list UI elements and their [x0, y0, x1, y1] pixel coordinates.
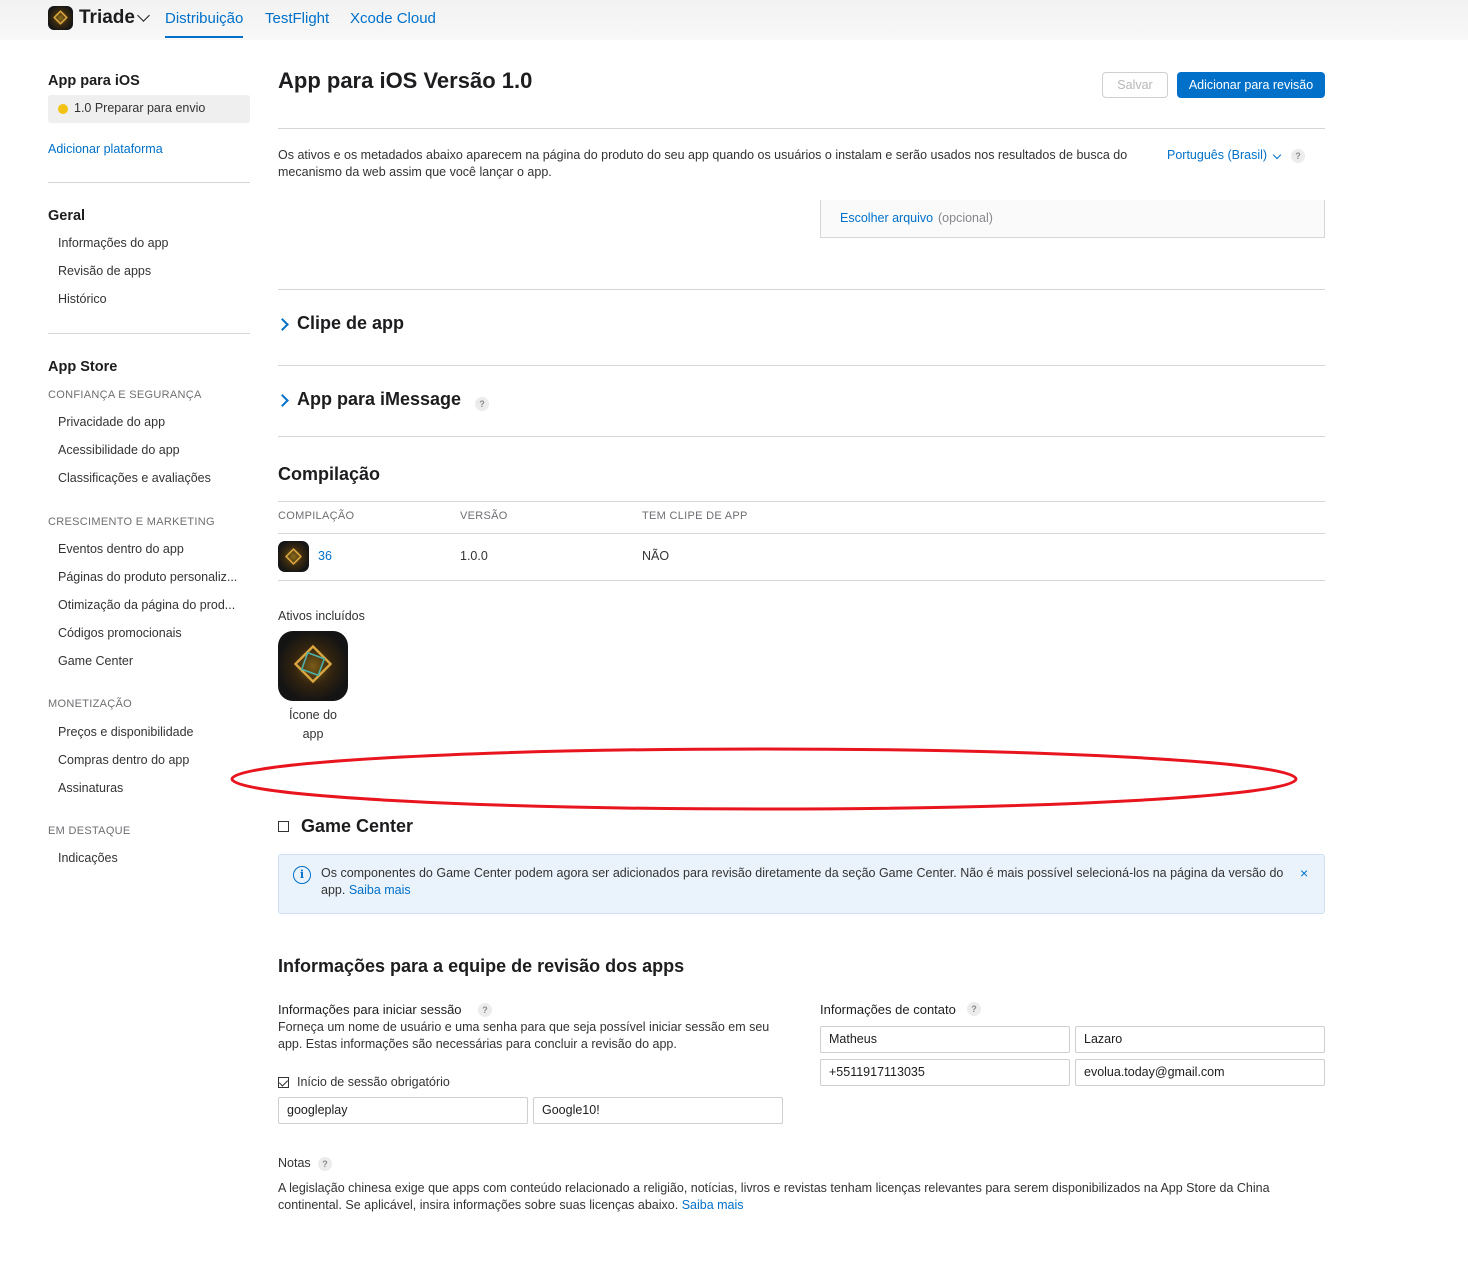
- phone-field[interactable]: +5511917113035: [820, 1059, 1070, 1086]
- notice-message: Os componentes do Game Center podem agor…: [321, 865, 1291, 899]
- sidebar-item-pricing[interactable]: Preços e disponibilidade: [58, 725, 248, 739]
- top-navigation-bar: Triade Distribuição TestFlight Xcode Clo…: [0, 0, 1468, 40]
- close-icon[interactable]: ×: [1300, 865, 1308, 881]
- choose-file-link[interactable]: Escolher arquivo: [840, 211, 933, 225]
- sidebar-item-app-info[interactable]: Informações do app: [58, 236, 248, 250]
- chevron-right-icon[interactable]: [276, 318, 289, 331]
- sidebar-item-promo-codes[interactable]: Códigos promocionais: [58, 626, 248, 640]
- chevron-right-icon[interactable]: [276, 394, 289, 407]
- sidebar-section-trust: CONFIANÇA E SEGURANÇA: [48, 389, 202, 401]
- signin-required-checkbox[interactable]: [278, 1077, 289, 1088]
- optional-label: (opcional): [938, 211, 993, 225]
- game-center-notice: i Os componentes do Game Center podem ag…: [278, 854, 1325, 914]
- build-has-clip: NÃO: [642, 549, 670, 563]
- build-section-title: Compilação: [278, 464, 381, 484]
- divider: [278, 580, 1325, 581]
- status-dot-icon: [58, 104, 68, 114]
- app-name[interactable]: Triade: [79, 7, 135, 29]
- divider: [278, 436, 1325, 437]
- help-icon[interactable]: ?: [967, 1002, 981, 1016]
- sidebar-item-accessibility[interactable]: Acessibilidade do app: [58, 443, 248, 457]
- tab-distribuicao[interactable]: Distribuição: [165, 10, 244, 38]
- sidebar-item-ratings[interactable]: Classificações e avaliações: [58, 471, 248, 485]
- add-platform-link[interactable]: Adicionar plataforma: [48, 142, 163, 156]
- imessage-section-title[interactable]: App para iMessage: [297, 389, 461, 410]
- divider: [278, 365, 1325, 366]
- help-icon[interactable]: ?: [478, 1003, 492, 1017]
- divider: [278, 289, 1325, 290]
- sidebar-item-subscriptions[interactable]: Assinaturas: [58, 781, 248, 795]
- divider: [278, 501, 1325, 502]
- signin-info-label: Informações para iniciar sessão: [278, 1002, 462, 1017]
- sidebar-item-in-app-events[interactable]: Eventos dentro do app: [58, 542, 248, 556]
- divider: [278, 533, 1325, 534]
- chevron-down-icon[interactable]: [137, 9, 150, 22]
- save-button[interactable]: Salvar: [1102, 72, 1168, 98]
- version-status-label: 1.0 Preparar para envio: [74, 101, 206, 115]
- sidebar-general-title: Geral: [48, 208, 86, 224]
- version-column-header: VERSÃO: [460, 510, 508, 522]
- signin-required-label: Início de sessão obrigatório: [297, 1075, 450, 1089]
- divider: [278, 128, 1325, 129]
- chevron-down-icon[interactable]: [1272, 150, 1282, 160]
- app-clip-column-header: TEM CLIPE DE APP: [642, 510, 748, 522]
- sidebar-item-game-center[interactable]: Game Center: [58, 654, 248, 668]
- sidebar-section-monetization: MONETIZAÇÃO: [48, 698, 132, 710]
- sidebar-appstore-title: App Store: [48, 359, 118, 375]
- app-icon-caption: Ícone do app: [289, 708, 337, 741]
- tab-testflight[interactable]: TestFlight: [265, 10, 329, 27]
- learn-more-link[interactable]: Saiba mais: [349, 883, 411, 897]
- help-icon[interactable]: ?: [1291, 149, 1305, 163]
- app-icon-asset[interactable]: [278, 631, 348, 701]
- app-clip-section-title[interactable]: Clipe de app: [297, 313, 404, 334]
- sidebar-item-custom-product-pages[interactable]: Páginas do produto personaliz...: [58, 570, 248, 584]
- notes-label: Notas: [278, 1156, 311, 1170]
- sidebar-item-in-app-purchases[interactable]: Compras dentro do app: [58, 753, 248, 767]
- red-annotation-ellipse: [230, 747, 1298, 811]
- sidebar-version-status[interactable]: 1.0 Preparar para envio: [48, 95, 250, 123]
- help-icon[interactable]: ?: [318, 1157, 332, 1171]
- last-name-field[interactable]: Lazaro: [1075, 1026, 1325, 1053]
- sidebar-divider: [48, 333, 250, 334]
- game-center-title: Game Center: [301, 816, 414, 836]
- contact-info-label: Informações de contato: [820, 1002, 956, 1017]
- signin-info-description: Forneça um nome de usuário e uma senha p…: [278, 1020, 770, 1051]
- sidebar-platform-title: App para iOS: [48, 73, 140, 89]
- game-center-checkbox[interactable]: [278, 821, 289, 832]
- email-field[interactable]: evolua.today@gmail.com: [1075, 1059, 1325, 1086]
- sidebar-divider: [48, 182, 250, 183]
- build-version: 1.0.0: [460, 549, 488, 563]
- metadata-description: Os ativos e os metadados abaixo aparecem…: [278, 148, 1128, 179]
- build-app-icon: [278, 541, 309, 572]
- build-number-link[interactable]: 36: [318, 549, 332, 563]
- tab-xcode-cloud[interactable]: Xcode Cloud: [350, 10, 436, 27]
- review-info-title: Informações para a equipe de revisão dos…: [278, 956, 685, 976]
- notice-text: Os componentes do Game Center podem agor…: [321, 866, 1284, 897]
- app-icon[interactable]: [48, 6, 73, 30]
- notes-text: A legislação chinesa exige que apps com …: [278, 1181, 1270, 1212]
- page-title: App para iOS Versão 1.0: [278, 68, 533, 93]
- sidebar-item-nominations[interactable]: Indicações: [58, 851, 248, 865]
- sidebar-item-app-review[interactable]: Revisão de apps: [58, 264, 248, 278]
- sidebar-item-product-page-optimization[interactable]: Otimização da página do prod...: [58, 598, 248, 612]
- sidebar-item-history[interactable]: Histórico: [58, 292, 248, 306]
- help-icon[interactable]: ?: [475, 397, 489, 411]
- password-field[interactable]: Google10!: [533, 1097, 783, 1124]
- first-name-field[interactable]: Matheus: [820, 1026, 1070, 1053]
- file-upload-area[interactable]: Escolher arquivo (opcional): [820, 200, 1325, 238]
- included-assets-label: Ativos incluídos: [278, 609, 365, 623]
- info-icon: i: [293, 866, 311, 884]
- build-column-header: COMPILAÇÃO: [278, 510, 355, 522]
- add-for-review-button[interactable]: Adicionar para revisão: [1177, 72, 1325, 98]
- notes-description: A legislação chinesa exige que apps com …: [278, 1180, 1318, 1214]
- sidebar-section-featured: EM DESTAQUE: [48, 825, 131, 837]
- sidebar-item-privacy[interactable]: Privacidade do app: [58, 415, 248, 429]
- username-field[interactable]: googleplay: [278, 1097, 528, 1124]
- notes-learn-more-link[interactable]: Saiba mais: [682, 1198, 744, 1212]
- language-selector[interactable]: Português (Brasil): [1167, 148, 1267, 162]
- sidebar-section-growth: CRESCIMENTO E MARKETING: [48, 516, 215, 528]
